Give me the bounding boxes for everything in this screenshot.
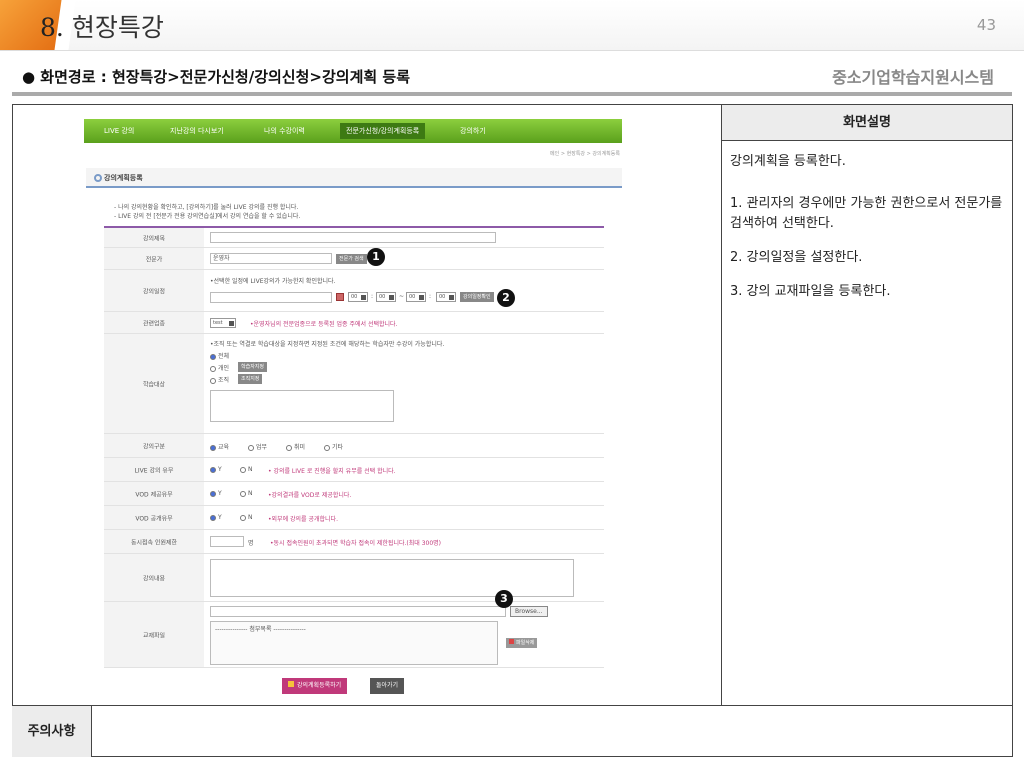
date-input[interactable]	[210, 292, 332, 303]
site-screenshot: LIVE 강의 지난강의 다시보기 나의 수강이력 전문가신청/강의계획등록 강…	[84, 119, 622, 699]
nav-history[interactable]: 나의 수강이력	[264, 126, 305, 136]
cat-edu-radio[interactable]: 교육	[210, 442, 229, 451]
vodpub-yes-radio[interactable]: Y	[210, 514, 222, 521]
content-textarea[interactable]	[210, 559, 574, 597]
title-input[interactable]	[210, 232, 496, 243]
row-expert: 전문가 운영자 전문가 검색	[104, 248, 604, 270]
description-header: 화면설명	[722, 105, 1012, 141]
row-industry: 관련업종 test •운영자님의 전문업종으로 등록된 업종 주에서 선택합니다…	[104, 312, 604, 334]
nav-live[interactable]: LIVE 강의	[104, 126, 134, 136]
select-learner-button[interactable]: 학습자지정	[238, 362, 268, 372]
breadcrumb: 메인 > 현장특강 > 강의계획등록	[550, 151, 620, 157]
end-hour-select[interactable]: 00	[406, 292, 426, 302]
start-hour-select[interactable]: 00	[348, 292, 368, 302]
row-schedule: 강의일정 •선택한 일정에 LIVE강의가 가능한지 확인합니다. 00 : 0…	[104, 270, 604, 312]
row-file: 교재파일 Browse... --------------- 첨부목록 ----…	[104, 602, 604, 668]
end-min-select[interactable]: 00	[436, 292, 456, 302]
nav-lecture[interactable]: 강의하기	[460, 126, 486, 136]
calendar-icon[interactable]	[336, 293, 344, 301]
cat-work-radio[interactable]: 업무	[248, 442, 267, 451]
nav-expert-apply[interactable]: 전문가신청/강의계획등록	[340, 123, 426, 139]
form-table: 강의제목 전문가 운영자 전문가 검색 강의일정 •선택한 일정에 LIVE강의…	[104, 226, 604, 668]
desc-line: 강의계획을 등록한다.	[730, 154, 846, 169]
select-org-button[interactable]: 조직지정	[238, 374, 263, 384]
row-vod: VOD 제공유무 Y N •강의결과를 VOD로 제공합니다.	[104, 482, 604, 506]
expert-input[interactable]: 운영자	[210, 253, 332, 264]
system-name: 중소기업학습지원시스템	[832, 68, 994, 87]
file-delete-button[interactable]: 파일삭제	[506, 638, 538, 648]
description-body: 강의계획을 등록한다. 1. 관리자의 경우에만 가능한 권한으로서 전문가를 …	[730, 152, 1006, 316]
live-yes-radio[interactable]: Y	[210, 466, 222, 473]
page-title: 강의계획등록	[86, 168, 622, 188]
desc-line: 3. 강의 교재파일을 등록한다.	[730, 284, 891, 299]
marker-1: 1	[367, 248, 385, 266]
start-min-select[interactable]: 00	[376, 292, 396, 302]
desc-line: 2. 강의일정을 설정한다.	[730, 250, 863, 265]
schedule-check-button[interactable]: 강의일정확인	[460, 292, 494, 302]
cat-etc-radio[interactable]: 기타	[324, 442, 343, 451]
nav-replay[interactable]: 지난강의 다시보기	[170, 126, 224, 136]
back-button[interactable]: 돌아가기	[370, 678, 405, 694]
vodpub-no-radio[interactable]: N	[240, 514, 253, 521]
row-limit: 동시접속 인원제한 명 •동시 접속인원이 초과되면 학습자 접속이 제한됩니다…	[104, 530, 604, 554]
site-nav: LIVE 강의 지난강의 다시보기 나의 수강이력 전문가신청/강의계획등록 강…	[84, 119, 622, 143]
marker-3: 3	[495, 590, 513, 608]
expert-search-button[interactable]: 전문가 검색	[336, 254, 367, 264]
target-all-radio[interactable]: 전체	[210, 351, 229, 360]
notes-label: 주의사항	[12, 706, 92, 757]
browse-button[interactable]: Browse...	[510, 606, 548, 617]
live-no-radio[interactable]: N	[240, 466, 253, 473]
slide-title: 8. 현장특강	[40, 13, 164, 42]
circle-icon	[94, 174, 102, 182]
row-target: 학습대상 •조직 또는 역결로 학습대상을 지정하면 지정된 조건에 해당하는 …	[104, 334, 604, 434]
limit-input[interactable]	[210, 536, 244, 547]
slide-header: 8. 현장특강 43	[0, 0, 1024, 50]
file-list[interactable]: --------------- 첨부목록 ---------------	[210, 621, 498, 665]
cat-hobby-radio[interactable]: 취미	[286, 442, 305, 451]
screen-route: ● 화면경로 : 현장특강>전문가신청/강의신청>강의계획 등록	[22, 68, 410, 86]
submit-plan-button[interactable]: 강의계획등록하기	[282, 678, 348, 694]
document-icon	[288, 681, 294, 687]
vod-yes-radio[interactable]: Y	[210, 490, 222, 497]
row-title: 강의제목	[104, 228, 604, 248]
file-path-input[interactable]	[210, 606, 506, 617]
row-vod-public: VOD 공개유무 Y N •외부에 강의를 공개합니다.	[104, 506, 604, 530]
divider	[12, 92, 1012, 96]
target-person-radio[interactable]: 개인	[210, 363, 229, 372]
target-list[interactable]	[210, 390, 394, 422]
target-org-radio[interactable]: 조직	[210, 375, 229, 384]
notice: - 나의 강의현황을 확인하고, [강의하기]를 눌러 LIVE 강의를 진행 …	[114, 204, 301, 220]
row-content: 강의내용	[104, 554, 604, 602]
page-number: 43	[976, 16, 996, 34]
vod-no-radio[interactable]: N	[240, 490, 253, 497]
marker-2: 2	[497, 289, 515, 307]
row-category: 강의구분 교육 업무 취미 기타	[104, 434, 604, 458]
delete-icon	[509, 639, 514, 644]
row-live: LIVE 강의 유무 Y N • 강의를 LIVE 로 진행을 할지 유무를 선…	[104, 458, 604, 482]
desc-line: 1. 관리자의 경우에만 가능한 권한으로서 전문가를 검색하여 선택한다.	[730, 196, 1003, 231]
industry-select[interactable]: test	[210, 318, 236, 328]
